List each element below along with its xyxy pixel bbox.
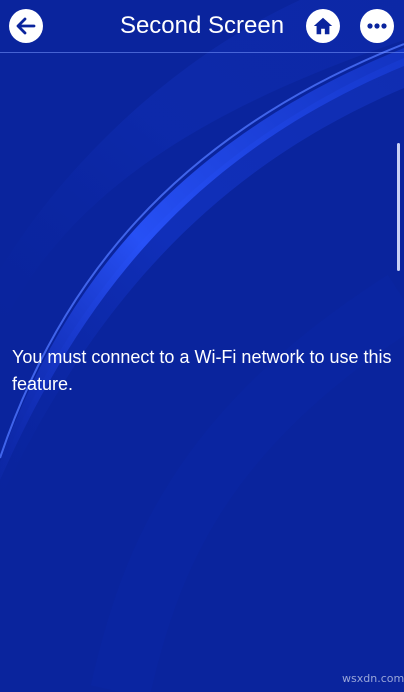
back-button[interactable] bbox=[9, 9, 43, 43]
more-horizontal-icon bbox=[367, 23, 387, 29]
arrow-left-icon bbox=[16, 17, 36, 35]
home-button[interactable] bbox=[306, 9, 340, 43]
home-icon bbox=[313, 17, 333, 35]
more-options-button[interactable] bbox=[360, 9, 394, 43]
scroll-handle[interactable] bbox=[397, 143, 400, 271]
wifi-required-message: You must connect to a Wi-Fi network to u… bbox=[12, 347, 392, 394]
page-title: Second Screen bbox=[119, 12, 285, 39]
watermark-text: wsxdn.com bbox=[342, 672, 404, 685]
app-screen: Second Screen You must connect to a Wi-F… bbox=[0, 0, 404, 692]
app-header: Second Screen bbox=[0, 0, 404, 53]
